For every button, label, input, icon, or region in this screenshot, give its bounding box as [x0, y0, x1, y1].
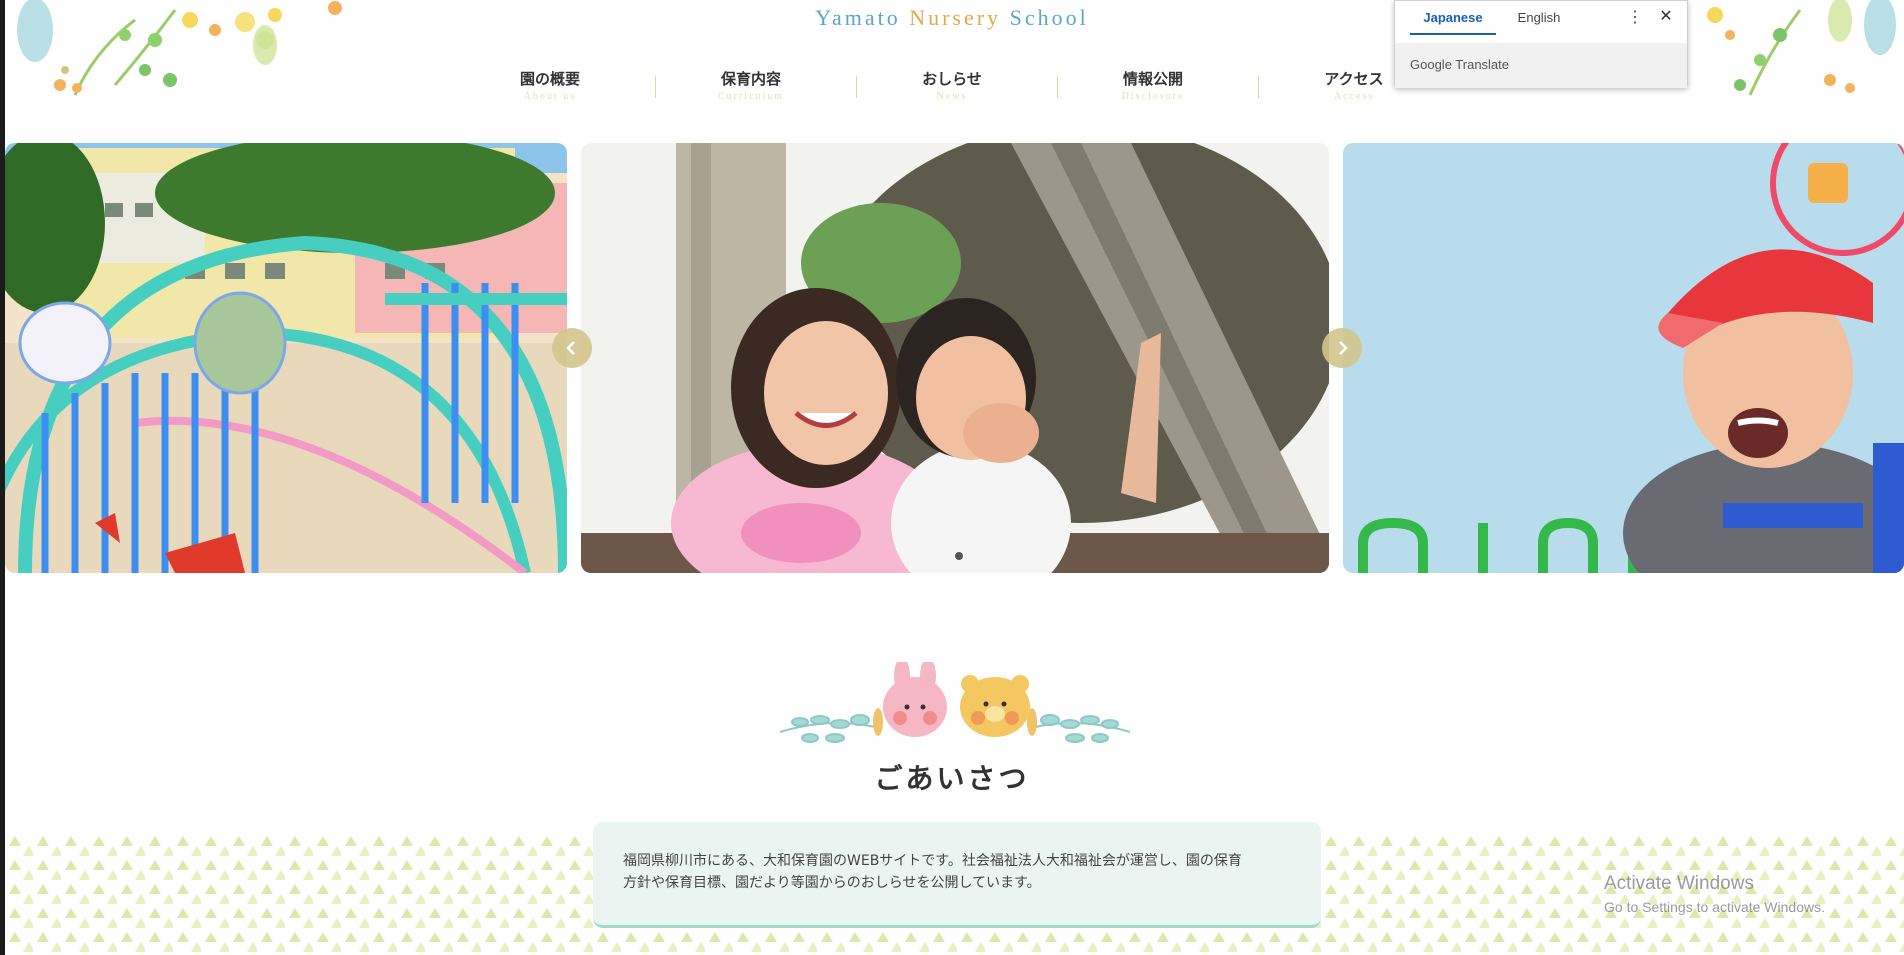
more-options-icon[interactable]: ⋮	[1625, 7, 1645, 29]
nav-divider	[1057, 76, 1058, 98]
chevron-left-icon	[566, 341, 575, 355]
nav-divider	[1258, 76, 1259, 98]
nav-divider	[856, 76, 857, 98]
nav-item-about[interactable]: 園の概要 About us	[490, 68, 610, 102]
nav-item-curriculum[interactable]: 保育内容 Curriculum	[691, 68, 811, 102]
hero-slider	[0, 143, 1904, 573]
chevron-right-icon	[1339, 341, 1348, 355]
nav-item-sublabel: Access	[1333, 91, 1375, 102]
watermark-line1: Activate Windows	[1604, 873, 1754, 894]
greeting-title: ごあいさつ	[874, 762, 1030, 795]
nav-item-sublabel: News	[936, 91, 968, 102]
slide-children[interactable]	[581, 143, 1329, 573]
greeting-box: 福岡県柳川市にある、大和保育園のWEBサイトです。社会福祉法人大和福祉会が運営し…	[593, 822, 1321, 928]
nav-item-news[interactable]: おしらせ News	[892, 68, 1012, 102]
slider-dots	[955, 552, 963, 560]
translate-footer: Google Translate	[1395, 43, 1687, 88]
google-logo: Google	[1410, 57, 1452, 72]
animal-illustration	[780, 662, 1130, 743]
nav-item-label: 保育内容	[720, 70, 781, 88]
nav-item-label: 情報公開	[1122, 70, 1183, 88]
nav-divider	[655, 76, 656, 98]
site-title-yamato: Yamato	[815, 5, 910, 30]
nav-item-label: おしらせ	[922, 70, 982, 88]
site-title-school: School	[1009, 5, 1089, 30]
nav-item-label: 園の概要	[519, 70, 580, 88]
greeting-text-line1: 福岡県柳川市にある、大和保育園のWEBサイトです。社会福祉法人大和福祉会が運営し…	[623, 853, 1242, 869]
rabbit-icon	[883, 677, 947, 737]
nav-item-sublabel: Disclosure	[1121, 91, 1185, 102]
translate-tabs: Japanese English	[1410, 1, 1582, 35]
watermark-line2: Go to Settings to activate Windows.	[1604, 899, 1825, 915]
slider-next-button[interactable]	[1322, 328, 1362, 368]
slider-prev-button[interactable]	[552, 328, 592, 368]
slide-playground[interactable]	[5, 143, 567, 573]
activate-windows-watermark: Activate Windows Go to Settings to activ…	[1604, 873, 1825, 915]
slide-boy[interactable]	[1343, 143, 1904, 573]
nav-item-disclosure[interactable]: 情報公開 Disclosure	[1093, 68, 1213, 102]
tab-japanese[interactable]: Japanese	[1410, 1, 1496, 35]
main-nav: 園の概要 About us 保育内容 Curriculum おしらせ News …	[490, 68, 1490, 104]
translate-label: Translate	[1451, 57, 1510, 72]
nav-item-sublabel: Curriculum	[717, 91, 785, 102]
nav-item-sublabel: About us	[523, 91, 577, 102]
tab-english[interactable]: English	[1496, 1, 1582, 35]
close-icon[interactable]: ✕	[1655, 6, 1677, 28]
slider-dot-active[interactable]	[955, 552, 963, 560]
greeting-text-line2: 方針や保育目標、園だより等園からのおしらせを公開しています。	[623, 875, 1041, 891]
google-translate-popup: Japanese English ⋮ ✕ Google Translate	[1394, 0, 1688, 88]
site-title-nursery: Nursery	[909, 5, 1010, 30]
